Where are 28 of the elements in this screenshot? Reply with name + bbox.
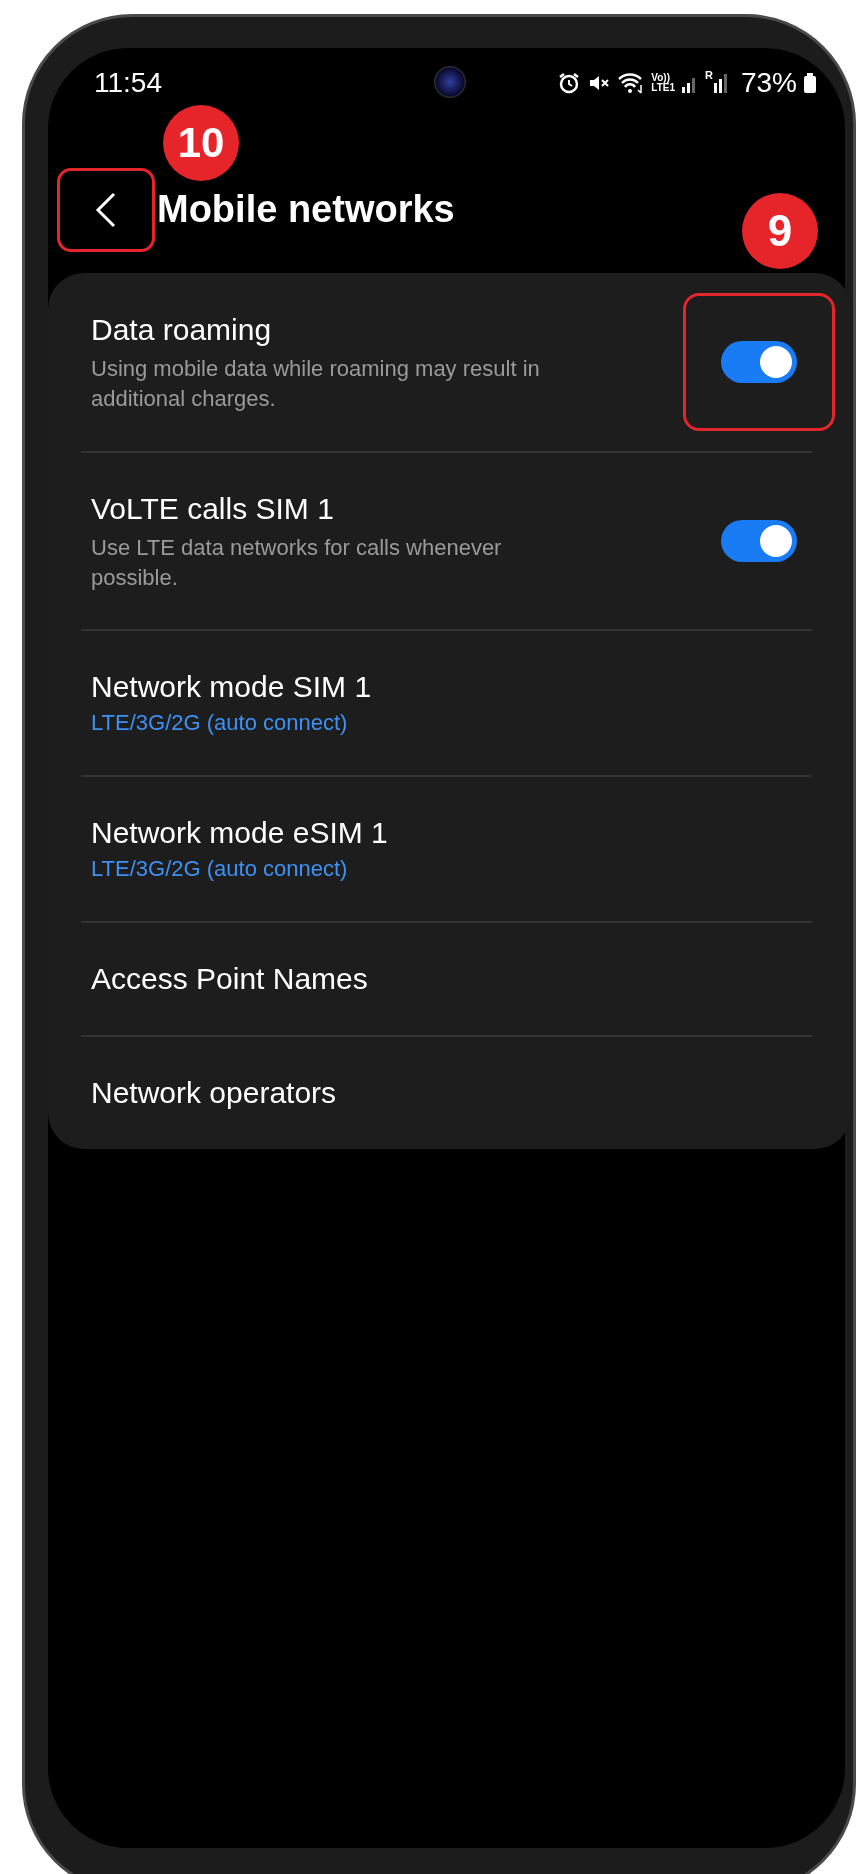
battery-percent: 73% bbox=[740, 67, 797, 99]
setting-description: Use LTE data networks for calls whenever possible. bbox=[91, 534, 503, 592]
setting-title: VoLTE calls SIM 1 bbox=[91, 491, 335, 527]
toggle-switch[interactable] bbox=[721, 341, 797, 383]
settings-row[interactable]: VoLTE calls SIM 1 Use LTE data networks for calls whenever possible. bbox=[91, 453, 835, 629]
settings-row[interactable]: Data roaming Using mobile data while roaming may result in additional charges. bbox=[91, 273, 835, 451]
setting-title: Access Point Names bbox=[91, 961, 369, 997]
toggle-switch[interactable] bbox=[721, 520, 797, 562]
setting-title: Network mode SIM 1 bbox=[91, 669, 373, 705]
setting-value: LTE/3G/2G (auto connect) bbox=[91, 709, 349, 737]
back-button[interactable] bbox=[57, 167, 155, 252]
step-number-badge: 10 bbox=[163, 105, 239, 181]
settings-row[interactable]: Access Point Names bbox=[91, 923, 835, 1035]
step-number-badge: 9 bbox=[742, 193, 818, 269]
volte-indicator: Vo)) LTE1 bbox=[651, 73, 675, 93]
battery-icon bbox=[803, 71, 817, 95]
setting-title: Data roaming bbox=[91, 312, 273, 348]
settings-row[interactable]: Network operators bbox=[91, 1037, 835, 1149]
setting-title: Network mode eSIM 1 bbox=[91, 815, 389, 851]
front-camera-icon bbox=[434, 66, 466, 98]
screen-title: Mobile networks bbox=[157, 188, 455, 231]
setting-value: LTE/3G/2G (auto connect) bbox=[91, 855, 349, 883]
settings-row[interactable]: Network mode eSIM 1 LTE/3G/2G (auto connect) bbox=[91, 777, 835, 921]
setting-description: Using mobile data while roaming may result in additional charges. bbox=[91, 355, 541, 413]
status-time: 11:54 bbox=[94, 67, 162, 99]
roaming-indicator: R bbox=[705, 69, 713, 81]
setting-title: Network operators bbox=[91, 1075, 338, 1111]
settings-row[interactable]: Network mode SIM 1 LTE/3G/2G (auto connect) bbox=[91, 631, 835, 775]
